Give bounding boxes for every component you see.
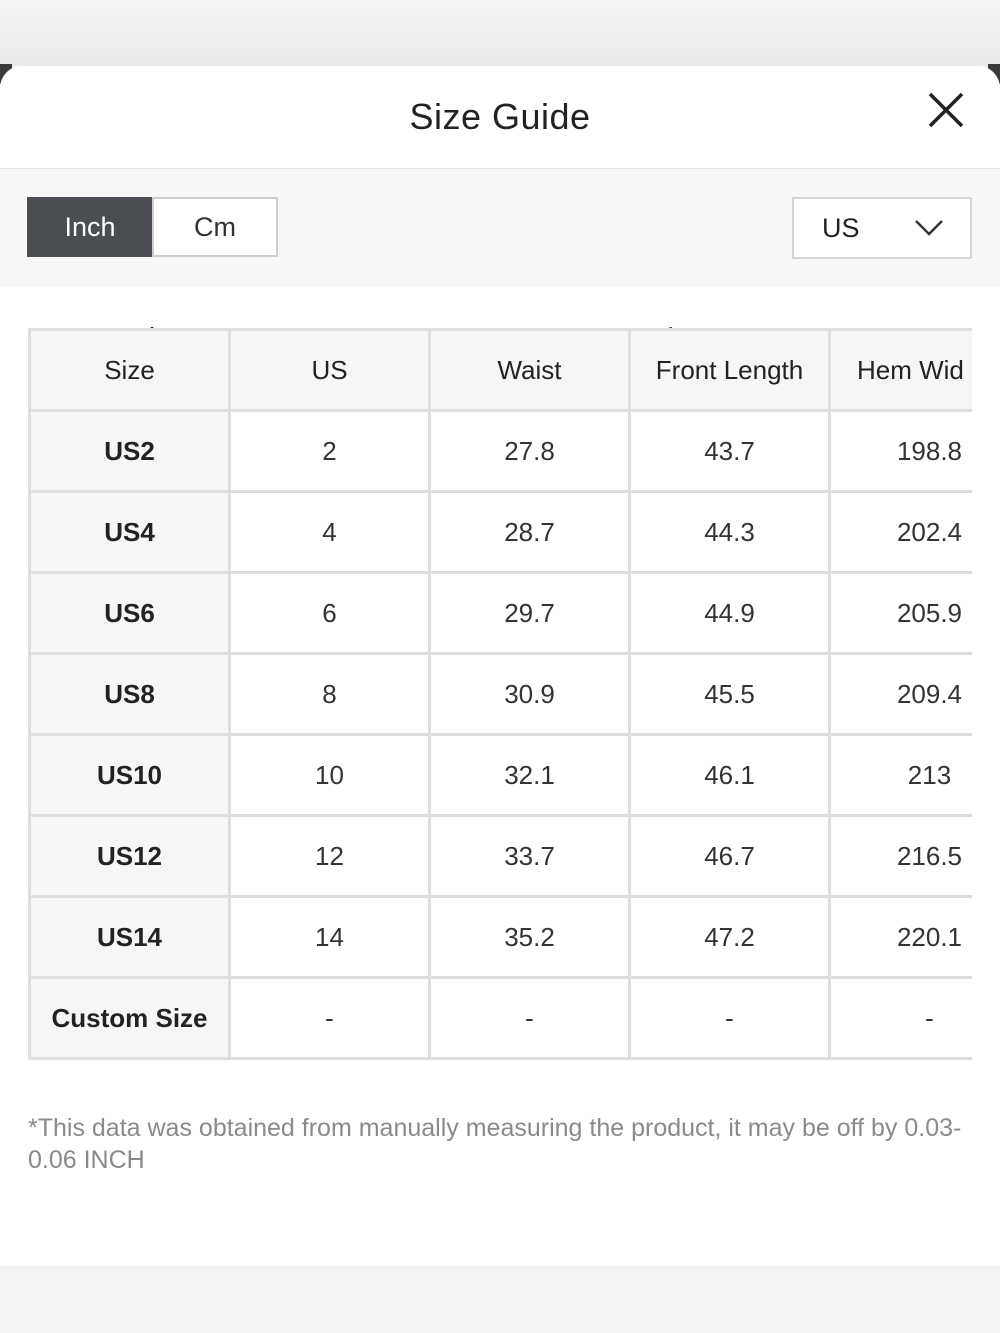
table-cell: 29.7 [428, 571, 631, 655]
table-cell: 213 [828, 733, 972, 817]
table-cell: 43.7 [628, 409, 831, 493]
column-header-hem-width: Hem Wid [828, 328, 972, 412]
table-cell: 10 [228, 733, 431, 817]
table-cell: 4 [228, 490, 431, 574]
size-cell: US8 [28, 652, 231, 736]
table-header-row: Size US Waist Front Length Hem Wid [28, 328, 972, 412]
table-cell: 32.1 [428, 733, 631, 817]
sheet-header: Size Guide [0, 66, 1000, 169]
table-cell: 198.8 [828, 409, 972, 493]
size-cell: US4 [28, 490, 231, 574]
region-select-value: US [822, 212, 860, 243]
cm-button[interactable]: Cm [152, 197, 278, 257]
table-cell: 220.1 [828, 895, 972, 979]
size-cell: US10 [28, 733, 231, 817]
table-cell: 205.9 [828, 571, 972, 655]
close-button[interactable] [926, 90, 966, 130]
chevron-down-icon [915, 220, 943, 236]
table-cell: 47.2 [628, 895, 831, 979]
unit-toolbar: Inch Cm US [0, 169, 1000, 287]
table-cell: 44.9 [628, 571, 831, 655]
table-cell: 44.3 [628, 490, 831, 574]
inch-button[interactable]: Inch [27, 197, 153, 257]
size-cell: US2 [28, 409, 231, 493]
table-cell: 14 [228, 895, 431, 979]
size-cell: Custom Size [28, 976, 231, 1060]
region-select[interactable]: US [792, 197, 972, 259]
close-icon [928, 92, 964, 128]
table-cell: 30.9 [428, 652, 631, 736]
size-cell: US6 [28, 571, 231, 655]
size-table: Size US Waist Front Length Hem Wid US2 2… [28, 328, 972, 1060]
size-cell: US14 [28, 895, 231, 979]
table-cell: 6 [228, 571, 431, 655]
table-cell: 46.7 [628, 814, 831, 898]
column-header-waist: Waist [428, 328, 631, 412]
table-row: US4 4 28.7 44.3 202.4 [28, 490, 972, 574]
table-row: US10 10 32.1 46.1 213 [28, 733, 972, 817]
column-header-us: US [228, 328, 431, 412]
table-cell: 209.4 [828, 652, 972, 736]
table-cell: - [428, 976, 631, 1060]
table-cell: 27.8 [428, 409, 631, 493]
table-cell: 45.5 [628, 652, 831, 736]
table-cell: 28.7 [428, 490, 631, 574]
table-cell: 33.7 [428, 814, 631, 898]
table-cell: - [228, 976, 431, 1060]
table-cell: 2 [228, 409, 431, 493]
page-backdrop [0, 0, 1000, 70]
column-header-size: Size [28, 328, 231, 412]
bottom-strip [0, 1266, 1000, 1333]
table-row: US12 12 33.7 46.7 216.5 [28, 814, 972, 898]
size-table-container[interactable]: Size US Waist Front Length Hem Wid US2 2… [28, 328, 972, 1086]
table-cell: 46.1 [628, 733, 831, 817]
table-row: Custom Size - - - - [28, 976, 972, 1060]
sheet-title: Size Guide [409, 96, 591, 137]
table-cell: - [628, 976, 831, 1060]
table-cell: 8 [228, 652, 431, 736]
table-cell: - [828, 976, 972, 1060]
table-cell: 202.4 [828, 490, 972, 574]
size-cell: US12 [28, 814, 231, 898]
table-row: US14 14 35.2 47.2 220.1 [28, 895, 972, 979]
unit-toggle: Inch Cm [27, 197, 278, 257]
table-cell: 216.5 [828, 814, 972, 898]
table-row: US6 6 29.7 44.9 205.9 [28, 571, 972, 655]
column-header-front-length: Front Length [628, 328, 831, 412]
table-row: US8 8 30.9 45.5 209.4 [28, 652, 972, 736]
measurement-note: *This data was obtained from manually me… [28, 1114, 962, 1174]
table-cell: 35.2 [428, 895, 631, 979]
table-row: US2 2 27.8 43.7 198.8 [28, 409, 972, 493]
table-cell: 12 [228, 814, 431, 898]
